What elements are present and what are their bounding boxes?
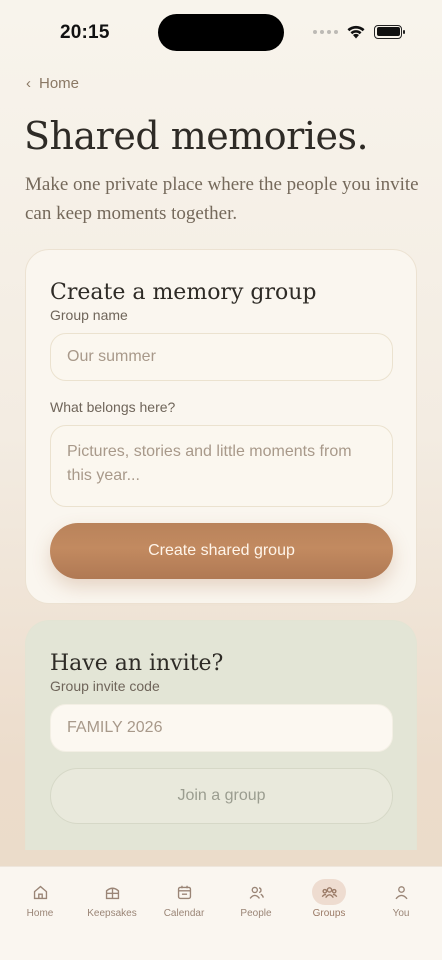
chevron-left-icon: ‹	[26, 75, 31, 92]
tab-label: Groups	[312, 908, 346, 919]
create-card-title: Create a memory group	[50, 280, 317, 305]
signal-icon	[313, 29, 338, 34]
description-label: What belongs here?	[50, 399, 176, 415]
group-name-placeholder: Our summer	[67, 348, 156, 365]
status-icons	[313, 24, 405, 39]
tab-you[interactable]: You	[365, 879, 437, 919]
invite-code-label: Group invite code	[50, 678, 160, 694]
description-placeholder: Pictures, stories and little moments fro…	[67, 443, 352, 484]
calendar-icon	[167, 879, 201, 905]
description-textarea[interactable]: Pictures, stories and little moments fro…	[50, 425, 393, 507]
battery-icon	[374, 24, 405, 39]
wifi-icon	[347, 25, 365, 39]
tab-people[interactable]: People	[220, 879, 292, 919]
group-name-input[interactable]: Our summer	[50, 333, 393, 381]
back-label: Home	[39, 75, 80, 92]
tab-label: People	[240, 908, 272, 919]
tab-keepsakes[interactable]: Keepsakes	[76, 879, 148, 919]
tab-bar: Home Keepsakes Calendar People Groups Yo…	[0, 866, 442, 960]
join-group-card: Have an invite? Group invite code FAMILY…	[25, 620, 417, 850]
create-group-button[interactable]: Create shared group	[50, 523, 393, 579]
create-group-card: Create a memory group Group name Our sum…	[25, 249, 417, 604]
join-card-title: Have an invite?	[50, 651, 224, 676]
person-icon	[384, 879, 418, 905]
tab-label: You	[392, 908, 410, 919]
status-time: 20:15	[60, 22, 110, 43]
tab-home[interactable]: Home	[4, 879, 76, 919]
page-subtitle: Make one private place where the people …	[25, 174, 419, 224]
group-name-label: Group name	[50, 307, 128, 323]
back-link[interactable]: ‹ Home	[26, 75, 79, 92]
house-icon	[23, 879, 57, 905]
tab-calendar[interactable]: Calendar	[148, 879, 220, 919]
tab-groups[interactable]: Groups	[293, 879, 365, 919]
group-icon	[312, 879, 346, 905]
tab-label: Calendar	[163, 908, 205, 919]
people-icon	[239, 879, 273, 905]
invite-code-placeholder: FAMILY 2026	[67, 719, 163, 736]
tab-label: Home	[26, 908, 54, 919]
join-group-button[interactable]: Join a group	[50, 768, 393, 824]
page-title: Shared memories.	[24, 114, 369, 158]
status-bar: 20:15	[0, 0, 442, 64]
box-icon	[95, 879, 129, 905]
dynamic-island	[158, 14, 284, 51]
invite-code-input[interactable]: FAMILY 2026	[50, 704, 393, 752]
tab-label: Keepsakes	[87, 908, 137, 919]
